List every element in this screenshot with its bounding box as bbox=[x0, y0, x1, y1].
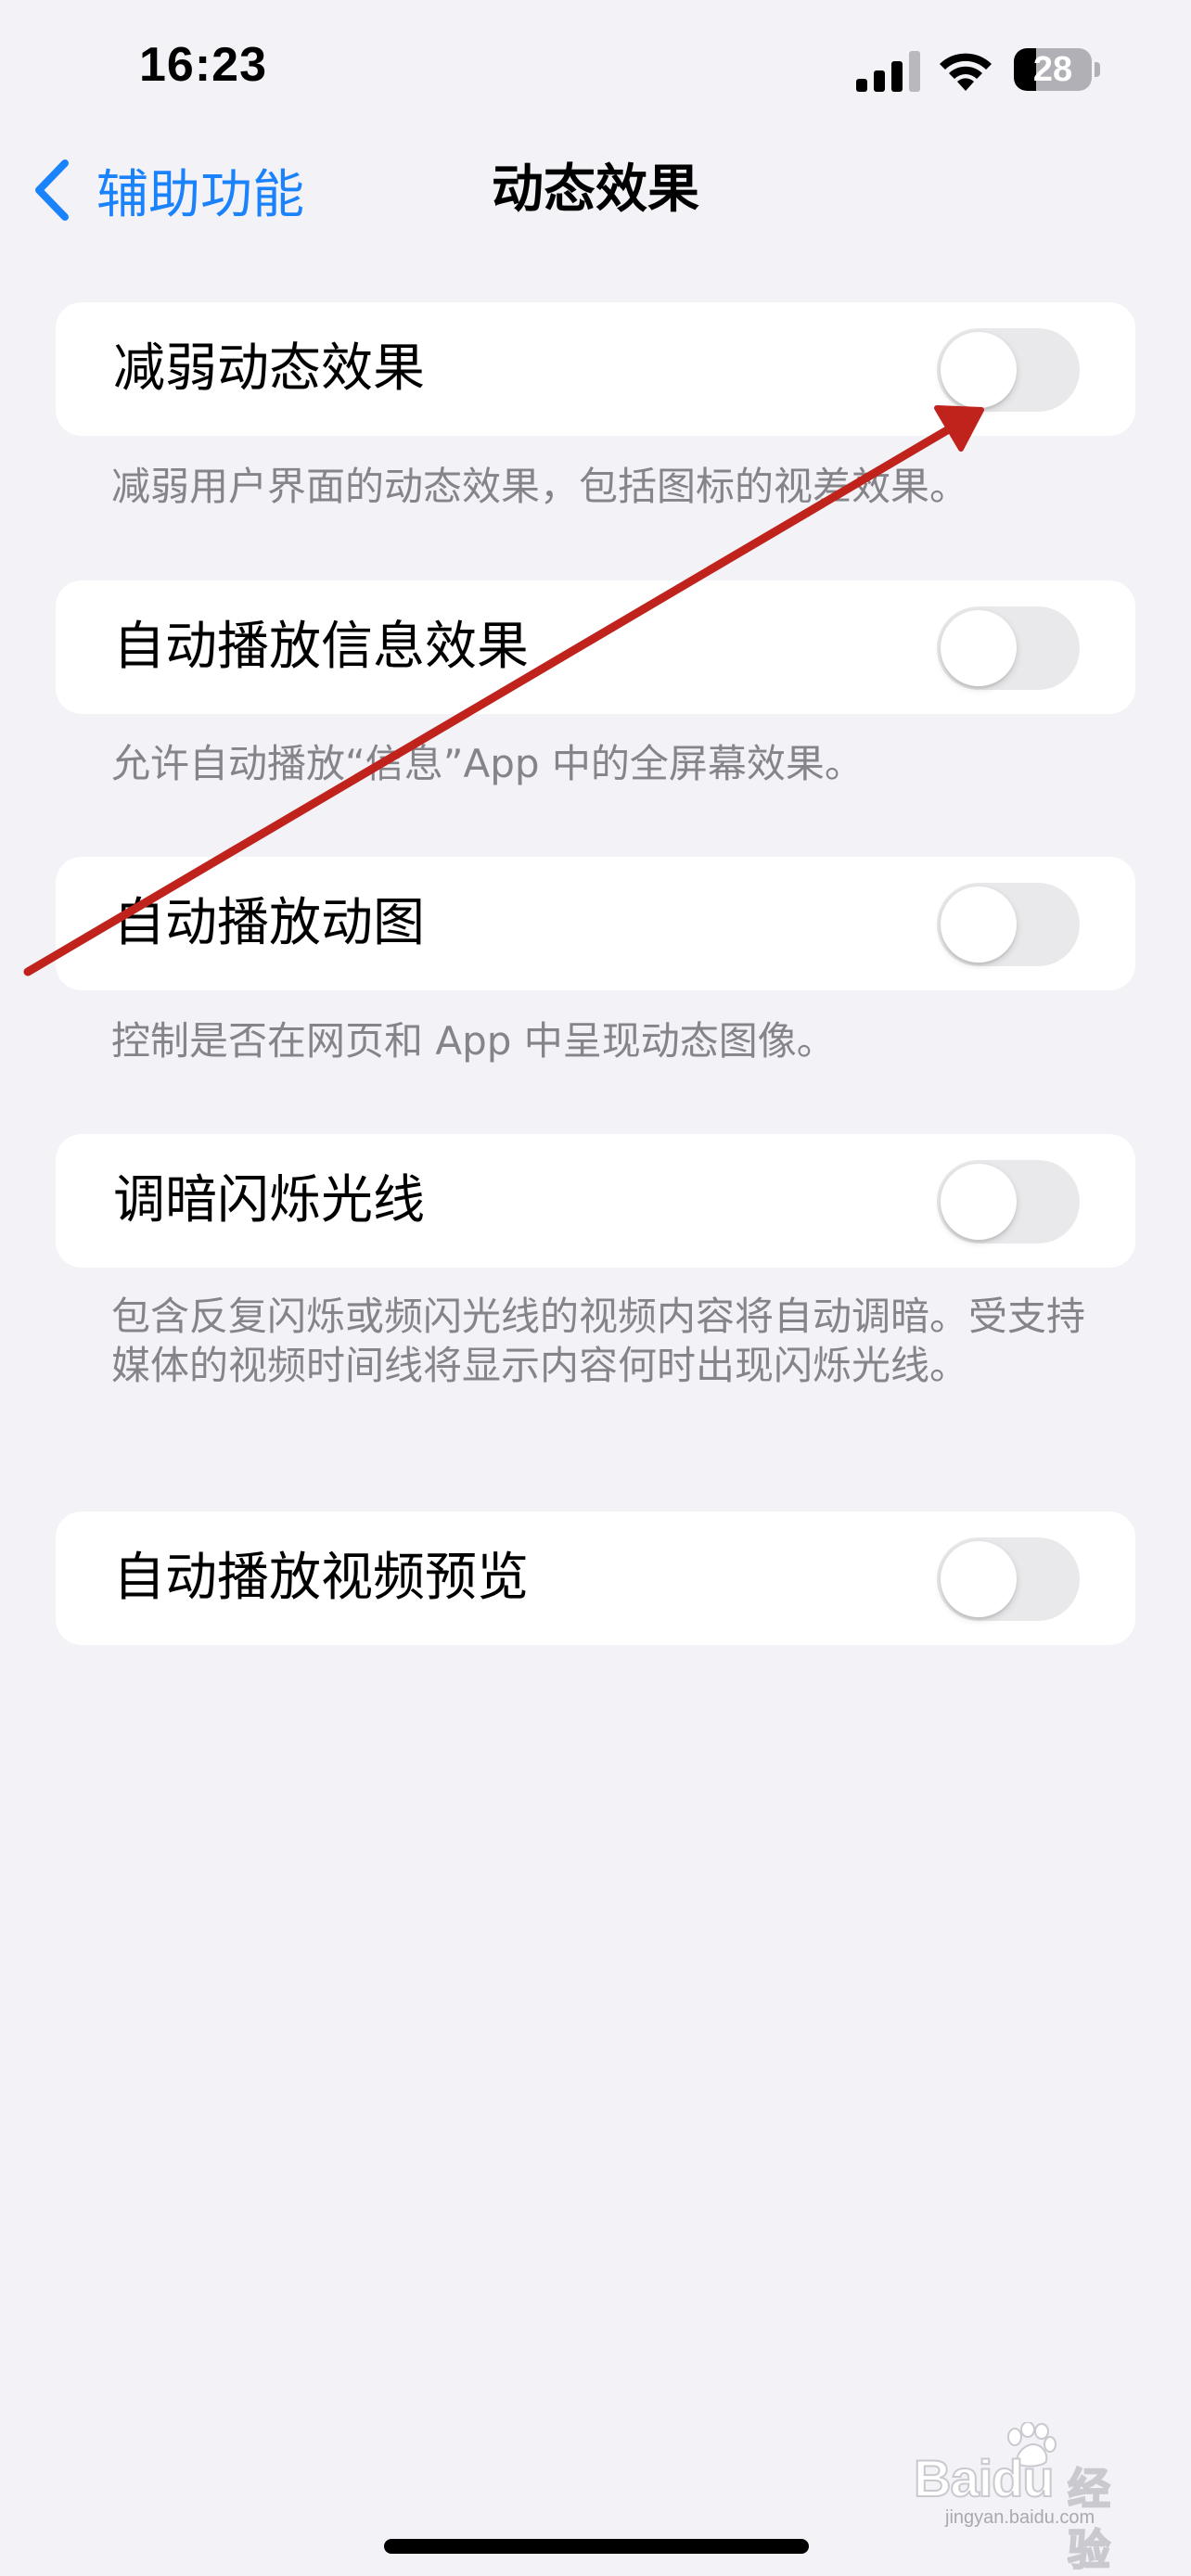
signal-icon bbox=[856, 51, 920, 92]
battery-tip bbox=[1095, 62, 1100, 77]
screen: 16:23 28 动态效果 辅助功能 减弱动态效果 减弱用户界面的动态效果，包括… bbox=[0, 0, 1191, 2576]
home-indicator[interactable] bbox=[384, 2539, 809, 2554]
setting-footnote: 减弱用户界面的动态效果，包括图标的视差效果。 bbox=[111, 464, 969, 509]
toggle-knob bbox=[941, 886, 1017, 963]
status-bar: 16:23 28 bbox=[0, 0, 1191, 139]
watermark-url: jingyan.baidu.com bbox=[945, 2507, 1095, 2528]
chevron-left-icon bbox=[35, 159, 69, 221]
setting-footnote: 控制是否在网页和 App 中呈现动态图像。 bbox=[111, 1018, 836, 1064]
setting-label: 自动播放动图 bbox=[113, 893, 425, 953]
auto-play-animated-images-toggle[interactable] bbox=[937, 883, 1080, 966]
setting-label: 减弱动态效果 bbox=[113, 338, 425, 399]
toggle-knob bbox=[941, 1541, 1017, 1617]
auto-play-video-previews-toggle[interactable] bbox=[937, 1537, 1080, 1621]
setting-footnote: 允许自动播放“信息”App 中的全屏幕效果。 bbox=[111, 741, 864, 786]
setting-label: 自动播放信息效果 bbox=[113, 617, 529, 677]
status-time: 16:23 bbox=[139, 38, 267, 92]
battery-icon: 28 bbox=[1014, 48, 1100, 91]
setting-row-auto-play-animated-images: 自动播放动图 bbox=[56, 857, 1135, 990]
wifi-icon bbox=[940, 53, 992, 91]
reduce-motion-toggle[interactable] bbox=[937, 328, 1080, 412]
baidu-watermark: Baidu 经验 jingyan.baidu.com bbox=[913, 2422, 1136, 2576]
setting-row-auto-play-message-effects: 自动播放信息效果 bbox=[56, 580, 1135, 714]
setting-label: 调暗闪烁光线 bbox=[113, 1170, 425, 1231]
setting-label: 自动播放视频预览 bbox=[113, 1548, 529, 1608]
battery-body: 28 bbox=[1014, 48, 1092, 91]
setting-row-dim-flashing-lights: 调暗闪烁光线 bbox=[56, 1134, 1135, 1268]
watermark-text: Baidu bbox=[913, 2448, 1056, 2508]
back-button[interactable]: 辅助功能 bbox=[32, 153, 304, 227]
battery-level: 28 bbox=[1032, 50, 1073, 89]
dim-flashing-lights-toggle[interactable] bbox=[937, 1160, 1080, 1243]
setting-row-reduce-motion: 减弱动态效果 bbox=[56, 302, 1135, 436]
back-button-label: 辅助功能 bbox=[96, 164, 304, 225]
toggle-knob bbox=[941, 1164, 1017, 1240]
setting-footnote: 包含反复闪烁或频闪光线的视频内容将自动调暗。受支持媒体的视频时间线将显示内容何时… bbox=[111, 1294, 1086, 1388]
toggle-knob bbox=[941, 610, 1017, 686]
setting-row-auto-play-video-previews: 自动播放视频预览 bbox=[56, 1511, 1135, 1645]
auto-play-message-effects-toggle[interactable] bbox=[937, 606, 1080, 690]
toggle-knob bbox=[941, 332, 1017, 408]
